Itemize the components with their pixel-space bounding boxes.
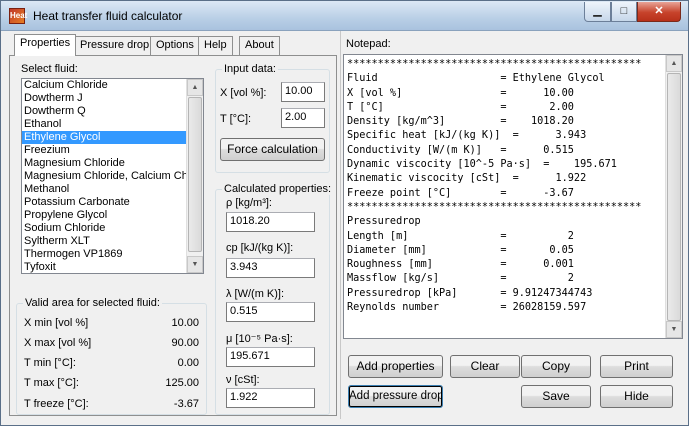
fluid-listbox[interactable]: Calcium Chloride Dowtherm J Dowtherm Q Etha… — [21, 78, 204, 274]
fluid-list-item[interactable]: Freezium — [22, 144, 188, 157]
scroll-down-button[interactable]: ▼ — [187, 256, 203, 273]
x-min-label: X min [vol %] — [24, 317, 89, 329]
t-freeze-label: T freeze [°C]: — [24, 398, 89, 410]
fluid-list-item[interactable]: Dowtherm J — [22, 92, 188, 105]
save-button[interactable]: Save — [521, 385, 591, 408]
notepad-scroll-thumb[interactable] — [667, 73, 681, 321]
dynamic-viscosity-value[interactable]: 195.671 — [226, 347, 315, 367]
temperature-input[interactable]: 2.00 — [281, 108, 325, 128]
conductivity-label: λ [W/(m K)]: — [226, 288, 285, 300]
clear-button[interactable]: Clear — [450, 355, 520, 378]
t-max-value: 125.00 — [165, 377, 199, 389]
arrow-up-icon: ▲ — [191, 84, 199, 91]
maximize-button[interactable]: □ — [611, 2, 637, 22]
add-properties-button[interactable]: Add properties — [348, 355, 443, 378]
fluid-list-item[interactable]: Potassium Carbonate — [22, 196, 188, 209]
x-max-label: X max [vol %] — [24, 337, 92, 349]
tab-about[interactable]: About — [239, 36, 280, 55]
copy-button[interactable]: Copy — [521, 355, 591, 378]
scroll-thumb[interactable] — [188, 97, 202, 252]
window-title: Heat transfer fluid calculator — [33, 9, 183, 23]
fluid-list-item[interactable]: Ethanol — [22, 118, 188, 131]
t-freeze-value: -3.67 — [173, 398, 199, 410]
t-min-label: T min [°C]: — [24, 357, 76, 369]
tab-properties[interactable]: Properties — [14, 34, 77, 56]
tab-help[interactable]: Help — [198, 36, 233, 55]
notepad-content[interactable]: ****************************************… — [347, 58, 665, 315]
x-min-value: 10.00 — [171, 317, 199, 329]
x-max-value: 90.00 — [171, 337, 199, 349]
close-button[interactable]: ✕ — [637, 2, 681, 22]
minimize-icon: ▁ — [593, 5, 602, 17]
fluid-list: Calcium Chloride Dowtherm J Dowtherm Q Etha… — [22, 79, 203, 273]
valid-area-legend: Valid area for selected fluid: — [23, 297, 162, 309]
kinematic-viscosity-label: ν [cSt]: — [226, 374, 260, 386]
temperature-label: T [°C]: — [220, 113, 252, 125]
notepad-scroll-up-button[interactable]: ▲ — [666, 55, 682, 72]
input-data-legend: Input data: — [222, 63, 278, 75]
calculated-properties-legend: Calculated properties: — [222, 183, 334, 195]
select-fluid-label: Select fluid: — [21, 63, 78, 75]
fluid-list-item[interactable]: Methanol — [22, 183, 188, 196]
arrow-down-icon: ▼ — [191, 261, 199, 268]
fluid-list-item[interactable]: Magnesium Chloride, Calcium Chloride — [22, 170, 188, 183]
conductivity-value[interactable]: 0.515 — [226, 302, 315, 322]
tab-options[interactable]: Options — [150, 36, 200, 55]
close-icon: ✕ — [654, 5, 664, 17]
density-label: ρ [kg/m³]: — [226, 197, 272, 209]
fluid-list-item[interactable]: Tyfoxit — [22, 261, 188, 273]
fluid-list-item[interactable]: Syltherm XLT — [22, 235, 188, 248]
print-button[interactable]: Print — [600, 355, 673, 378]
fluid-list-item[interactable]: Ethylene Glycol — [22, 131, 188, 144]
fluid-list-item[interactable]: Dowtherm Q — [22, 105, 188, 118]
notepad-label: Notepad: — [346, 38, 391, 50]
scroll-up-button[interactable]: ▲ — [187, 79, 203, 96]
force-calculation-button[interactable]: Force calculation — [220, 138, 325, 161]
hide-button[interactable]: Hide — [600, 385, 673, 408]
t-min-value: 0.00 — [177, 357, 199, 369]
notepad-scroll-down-button[interactable]: ▼ — [666, 321, 682, 338]
tab-pressure-drop[interactable]: Pressure drop — [74, 36, 156, 55]
density-value[interactable]: 1018.20 — [226, 212, 315, 232]
notepad-textarea[interactable]: ****************************************… — [343, 54, 683, 339]
app-icon: Heat — [9, 8, 27, 24]
minimize-button[interactable]: ▁ — [584, 2, 611, 22]
fluid-list-item[interactable]: Propylene Glycol — [22, 209, 188, 222]
fluid-list-scrollbar[interactable]: ▲ ▼ — [186, 79, 203, 273]
x-vol-label: X [vol %]: — [220, 87, 267, 99]
title-bar[interactable]: Heat Heat transfer fluid calculator ▁ □ … — [1, 1, 688, 31]
fluid-list-item[interactable]: Magnesium Chloride — [22, 157, 188, 170]
add-pressure-drop-button[interactable]: Add pressure drop — [348, 385, 443, 408]
fluid-list-item[interactable]: Calcium Chloride — [22, 79, 188, 92]
maximize-icon: □ — [620, 5, 628, 17]
kinematic-viscosity-value[interactable]: 1.922 — [226, 388, 315, 408]
arrow-up-icon: ▲ — [670, 60, 678, 67]
x-vol-input[interactable]: 10.00 — [281, 82, 325, 102]
fluid-list-item[interactable]: Thermogen VP1869 — [22, 248, 188, 261]
dynamic-viscosity-label: μ [10⁻⁵ Pa·s]: — [226, 333, 293, 345]
pane-divider — [340, 31, 341, 419]
fluid-list-item[interactable]: Sodium Chloride — [22, 222, 188, 235]
notepad-scrollbar[interactable]: ▲ ▼ — [665, 55, 682, 338]
t-max-label: T max [°C]: — [24, 377, 79, 389]
specific-heat-value[interactable]: 3.943 — [226, 258, 315, 278]
specific-heat-label: cp [kJ/(kg K)]: — [226, 242, 294, 254]
arrow-down-icon: ▼ — [670, 326, 678, 333]
